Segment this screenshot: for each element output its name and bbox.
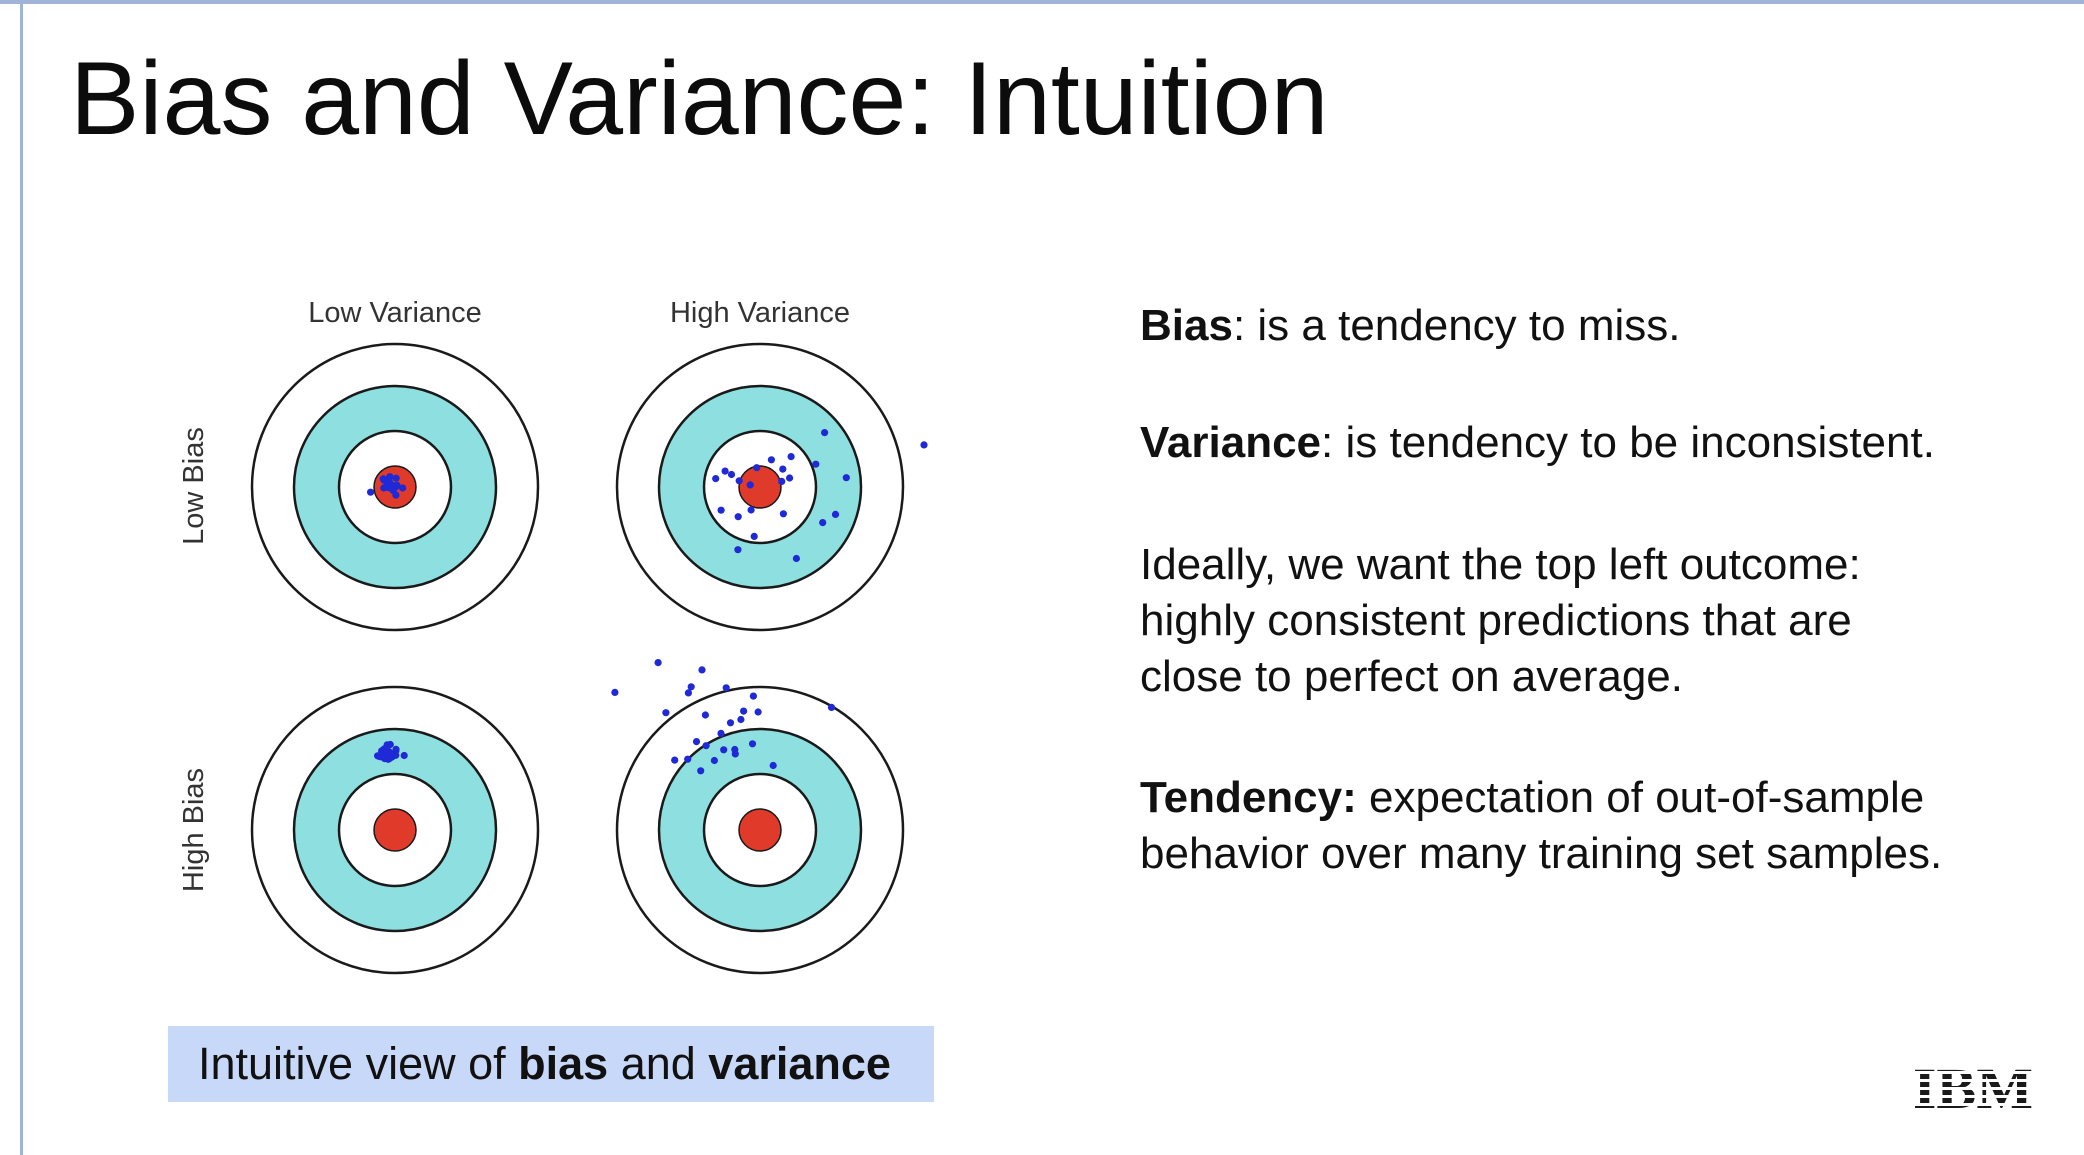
hit-dot [710, 756, 718, 765]
hit-dot [387, 751, 395, 759]
target-low-bias-low-variance [250, 342, 540, 632]
caption-variance: variance [708, 1038, 891, 1089]
hit-dot [717, 506, 725, 514]
hit-dot [746, 481, 754, 489]
slide-title: Bias and Variance: Intuition [70, 41, 1329, 157]
column-label-low-variance: Low Variance [308, 297, 482, 329]
hit-dot [392, 474, 400, 482]
hit-dot [389, 483, 398, 491]
hit-dot [712, 475, 720, 483]
hit-dot [702, 742, 710, 750]
bias-term: Bias [1140, 301, 1233, 350]
tendency-line-2: behavior over many training set samples. [1140, 829, 1943, 878]
hit-dot [920, 441, 928, 449]
hit-dot [753, 464, 761, 472]
caption-bias: bias [518, 1038, 609, 1089]
hit-dot [821, 429, 829, 437]
hit-dot [721, 467, 729, 475]
tendency-definition: Tendency: expectation of out-of-sample b… [1140, 770, 1942, 882]
hit-dot [379, 475, 387, 483]
ideal-outcome-text: Ideally, we want the top left outcome: h… [1140, 537, 1861, 705]
hit-dot [662, 709, 670, 717]
hit-dot [722, 684, 730, 692]
row-label-low-bias: Low Bias [178, 427, 210, 545]
hit-dot [786, 474, 794, 482]
hit-dot [400, 751, 408, 760]
hit-dot [812, 460, 820, 468]
hit-dot [778, 477, 786, 485]
hit-dot [392, 491, 400, 499]
hit-dot [749, 692, 757, 700]
hit-dot [692, 738, 701, 746]
target-low-bias-high-variance [615, 342, 928, 632]
slide: Bias and Variance: Intuition Low Varianc… [0, 0, 2084, 1155]
caption-prefix: Intuitive view of [198, 1038, 519, 1089]
hit-dot [726, 719, 735, 727]
hit-dot [734, 546, 742, 554]
hit-dot [787, 453, 795, 461]
hit-dot [698, 666, 706, 674]
hit-dot [720, 746, 728, 754]
hit-dot [819, 519, 827, 527]
hit-dot [687, 683, 695, 691]
hit-dot [697, 767, 705, 775]
figure-caption: Intuitive view of bias and variance [168, 1026, 934, 1102]
hit-dot [735, 477, 743, 485]
hit-dot [831, 510, 840, 518]
hit-dot [779, 510, 787, 518]
ideal-line-1: Ideally, we want the top left outcome: [1140, 540, 1861, 589]
hit-dot [717, 729, 725, 737]
hit-dot [611, 688, 619, 696]
slide-border-left [20, 0, 23, 1155]
hit-dot [399, 484, 407, 492]
bias-definition: Bias: is a tendency to miss. [1140, 298, 1680, 354]
hit-dot [748, 740, 757, 748]
hit-dot [731, 745, 739, 754]
bias-variance-targets-figure: Low Variance High Variance Low Bias High… [178, 297, 928, 975]
hit-dot [654, 659, 662, 667]
hit-dot [747, 506, 755, 514]
variance-term: Variance [1140, 418, 1322, 467]
hit-dot [754, 708, 762, 716]
ideal-line-2: highly consistent predictions that are [1140, 596, 1852, 645]
caption-middle: and [608, 1038, 709, 1089]
ideal-line-3: close to perfect on average. [1140, 652, 1683, 701]
hit-dot [737, 715, 745, 724]
hit-dot [701, 711, 709, 719]
ibm-logo-text: IBM [1913, 1058, 2033, 1114]
hit-dot [842, 474, 850, 482]
hit-dot [367, 488, 375, 496]
hit-dot [727, 470, 736, 479]
variance-text: : is tendency to be inconsistent. [1321, 418, 1935, 467]
hit-dot [740, 707, 748, 715]
hit-dot [767, 456, 775, 464]
hit-dot [734, 513, 742, 521]
slide-border-top [0, 0, 2084, 4]
ibm-logo: IBM [1913, 1058, 2033, 1114]
tendency-term: Tendency: [1140, 773, 1357, 822]
hit-dot [792, 554, 800, 563]
variance-definition: Variance: is tendency to be inconsistent… [1140, 415, 1935, 471]
hit-dot [779, 465, 787, 473]
row-label-high-bias: High Bias [178, 768, 210, 892]
hit-dot [769, 761, 777, 770]
target-high-bias-low-variance [250, 685, 540, 975]
bias-text: : is a tendency to miss. [1232, 301, 1681, 350]
column-label-high-variance: High Variance [670, 297, 850, 329]
tendency-line-1: expectation of out-of-sample [1356, 773, 1925, 822]
target-high-bias-high-variance [611, 659, 905, 975]
hit-dot [827, 703, 836, 711]
hit-dot [380, 747, 388, 755]
hit-dot [684, 755, 692, 763]
hit-dot [671, 756, 679, 764]
hit-dot [750, 532, 758, 540]
